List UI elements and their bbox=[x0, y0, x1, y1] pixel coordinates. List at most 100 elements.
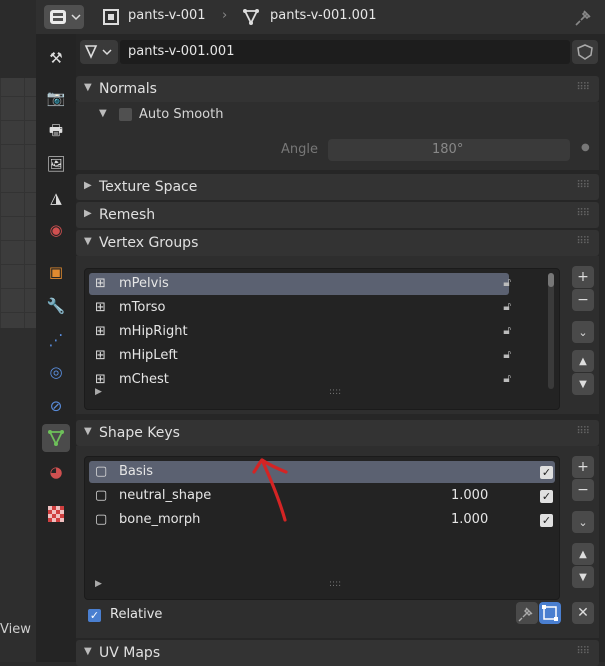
scrollbar-track[interactable] bbox=[548, 273, 554, 389]
mesh-name[interactable]: pants-v-001.001 bbox=[270, 8, 376, 23]
drag-grip-icon[interactable]: ⠿⠿ bbox=[576, 426, 590, 437]
remesh-panel-header[interactable]: ▶ Remesh ⠿⠿ bbox=[76, 202, 599, 228]
vertex-group-row[interactable]: ⊞ mHipLeft 🔓︎ bbox=[89, 345, 511, 367]
move-up-button[interactable]: ▲ bbox=[572, 350, 594, 372]
resize-grip-icon[interactable]: :::: bbox=[329, 387, 341, 397]
triangle-down-icon: ▼ bbox=[579, 571, 587, 583]
datablock-name-field[interactable]: pants-v-001.001 bbox=[120, 40, 570, 64]
tab-constraints[interactable]: ⊘ bbox=[42, 392, 70, 420]
texture-space-panel-header[interactable]: ▶ Texture Space ⠿⠿ bbox=[76, 174, 599, 200]
editor-type-dropdown[interactable] bbox=[44, 5, 84, 29]
expand-arrow-icon: ▼ bbox=[99, 108, 107, 119]
vertex-groups-panel-header[interactable]: ▼ Vertex Groups ⠿⠿ bbox=[76, 230, 599, 256]
material-icon: ◕ bbox=[49, 463, 63, 481]
shape-key-specials-button[interactable]: ⌄ bbox=[572, 511, 594, 533]
shape-key-mute-checkbox[interactable]: ✓ bbox=[540, 490, 553, 503]
tab-output[interactable]: 🖶 bbox=[42, 118, 70, 146]
collapsed-arrow-icon: ▶ bbox=[84, 208, 92, 219]
vertex-group-name: mHipRight bbox=[119, 324, 188, 339]
world-icon: ◉ bbox=[49, 221, 63, 239]
shape-key-value[interactable]: 1.000 bbox=[451, 488, 488, 503]
shape-key-icon: ▢ bbox=[95, 464, 108, 479]
pin-icon[interactable] bbox=[574, 7, 594, 31]
particles-icon: ⋰ bbox=[48, 331, 64, 349]
tab-view-layer[interactable]: 🖼 bbox=[42, 150, 70, 178]
output-icon: 🖶 bbox=[48, 120, 64, 139]
vertex-group-name: mHipLeft bbox=[119, 348, 178, 363]
shape-key-lock-button[interactable] bbox=[516, 602, 538, 624]
shape-keys-list: ▢ Basis ✓ ▢ neutral_shape 1.000 ✓ ▢ bone_morph 1.… bbox=[84, 456, 560, 600]
lock-icon[interactable]: 🔓︎ bbox=[503, 323, 511, 338]
lock-icon[interactable]: 🔓︎ bbox=[503, 371, 511, 386]
shape-key-row[interactable]: ▢ bone_morph 1.000 ✓ bbox=[89, 509, 555, 531]
plus-icon: + bbox=[577, 269, 589, 285]
vertex-group-specials-button[interactable]: ⌄ bbox=[572, 321, 594, 343]
shape-keys-panel-header[interactable]: ▼ Shape Keys ⠿⠿ bbox=[76, 420, 599, 446]
drag-grip-icon[interactable]: ⠿⠿ bbox=[576, 180, 590, 191]
object-name[interactable]: pants-v-001 bbox=[128, 8, 206, 23]
vertex-group-row[interactable]: ⊞ mHipRight 🔓︎ bbox=[89, 321, 511, 343]
lock-icon[interactable]: 🔓︎ bbox=[503, 299, 511, 314]
angle-field[interactable]: 180° bbox=[328, 139, 570, 161]
shape-key-mute-checkbox[interactable]: ✓ bbox=[540, 514, 553, 527]
keyframe-dot-icon[interactable]: ● bbox=[581, 142, 590, 153]
triangle-down-icon: ▼ bbox=[579, 378, 587, 390]
move-up-button[interactable]: ▲ bbox=[572, 543, 594, 565]
properties-tabs: ⚒ 📷 🖶 🖼 ◮ ◉ ▣ 🔧 ⋰ ◎ ⊘ ◕ bbox=[36, 34, 76, 662]
shape-key-mute-checkbox[interactable]: ✓ bbox=[540, 466, 553, 479]
tab-particles[interactable]: ⋰ bbox=[42, 326, 70, 354]
drag-grip-icon[interactable]: ⠿⠿ bbox=[576, 646, 590, 657]
tab-scene[interactable]: ◮ bbox=[42, 184, 70, 212]
fake-user-button[interactable] bbox=[572, 40, 598, 64]
datablock-selector: pants-v-001.001 bbox=[80, 40, 603, 64]
resize-grip-icon[interactable]: :::: bbox=[329, 579, 341, 589]
datablock-browse-button[interactable] bbox=[80, 40, 118, 64]
vertex-group-row[interactable]: ⊞ mChest 🔓︎ bbox=[89, 369, 511, 391]
tool-icon: ⚒ bbox=[49, 49, 63, 67]
tab-render[interactable]: 📷 bbox=[42, 84, 70, 112]
tab-physics[interactable]: ◎ bbox=[42, 358, 70, 386]
tab-tool[interactable]: ⚒ bbox=[42, 44, 70, 72]
drag-grip-icon[interactable]: ⠿⠿ bbox=[576, 208, 590, 219]
remove-vertex-group-button[interactable]: − bbox=[572, 289, 594, 311]
datablock-name: pants-v-001.001 bbox=[128, 44, 235, 59]
scrollbar-thumb[interactable] bbox=[548, 273, 554, 287]
normals-panel-header[interactable]: ▼ Normals ⠿⠿ bbox=[76, 76, 599, 102]
vertex-group-name: mChest bbox=[119, 372, 169, 387]
relative-checkbox[interactable]: ✓ bbox=[88, 609, 101, 622]
shape-key-row[interactable]: ▢ neutral_shape 1.000 ✓ bbox=[89, 485, 555, 507]
add-shape-key-button[interactable]: + bbox=[572, 456, 594, 478]
normals-title: Normals bbox=[99, 81, 157, 97]
tab-world[interactable]: ◉ bbox=[42, 216, 70, 244]
tab-texture[interactable] bbox=[42, 500, 70, 528]
texture-space-title: Texture Space bbox=[99, 179, 198, 195]
lock-icon[interactable]: 🔓︎ bbox=[503, 275, 511, 290]
edit-mode-toggle-button[interactable] bbox=[539, 602, 561, 624]
tab-mesh-data[interactable] bbox=[42, 424, 70, 452]
move-down-button[interactable]: ▼ bbox=[572, 566, 594, 588]
vertex-group-row[interactable]: ⊞ mPelvis 🔓︎ bbox=[89, 273, 511, 295]
drag-grip-icon[interactable]: ⠿⠿ bbox=[576, 236, 590, 247]
move-down-button[interactable]: ▼ bbox=[572, 373, 594, 395]
tab-material[interactable]: ◕ bbox=[42, 458, 70, 486]
drag-grip-icon[interactable]: ⠿⠿ bbox=[576, 82, 590, 93]
shape-key-row[interactable]: ▢ Basis ✓ bbox=[89, 461, 555, 483]
vertex-group-name: mPelvis bbox=[119, 276, 169, 291]
tab-object[interactable]: ▣ bbox=[42, 258, 70, 286]
triangle-up-icon: ▲ bbox=[579, 355, 587, 367]
texture-icon bbox=[48, 506, 64, 522]
plus-icon: + bbox=[577, 459, 589, 475]
3d-viewport-fragment[interactable]: View bbox=[0, 0, 36, 662]
vertex-group-row[interactable]: ⊞ mTorso 🔓︎ bbox=[89, 297, 511, 319]
add-vertex-group-button[interactable]: + bbox=[572, 266, 594, 288]
clear-shape-key-button[interactable]: ✕ bbox=[572, 602, 594, 624]
shape-key-value[interactable]: 1.000 bbox=[451, 512, 488, 527]
uv-maps-panel-header[interactable]: ▼ UV Maps ⠿⠿ bbox=[76, 640, 599, 666]
auto-smooth-checkbox[interactable] bbox=[119, 108, 132, 121]
lock-icon[interactable]: 🔓︎ bbox=[503, 347, 511, 362]
scene-icon: ◮ bbox=[50, 189, 62, 207]
filter-options-arrow-icon[interactable]: ▶ bbox=[95, 579, 102, 589]
filter-options-arrow-icon[interactable]: ▶ bbox=[95, 387, 102, 397]
tab-modifiers[interactable]: 🔧 bbox=[42, 292, 70, 320]
remove-shape-key-button[interactable]: − bbox=[572, 479, 594, 501]
